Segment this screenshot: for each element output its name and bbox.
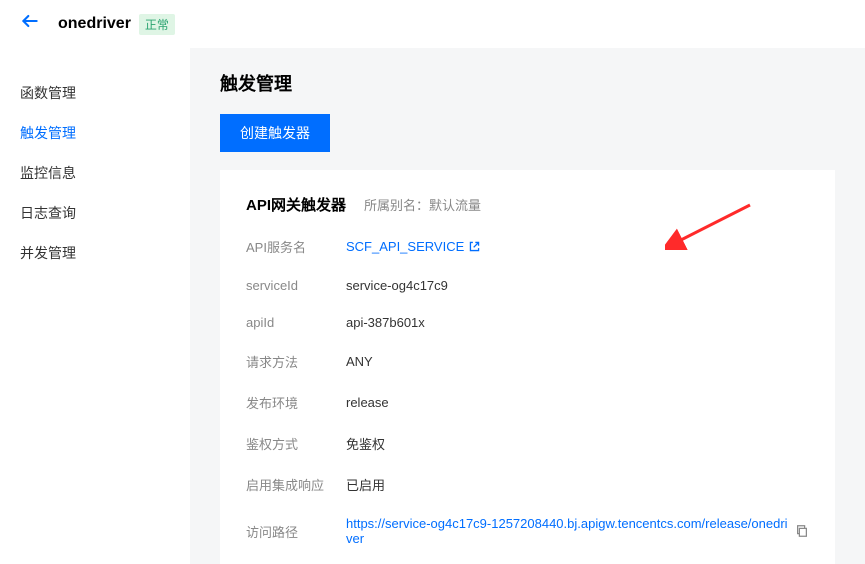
integration-label: 启用集成响应 [246,475,346,494]
sidebar-item-functions[interactable]: 函数管理 [20,73,170,113]
card-title: API网关触发器 [246,194,346,215]
method-label: 请求方法 [246,352,346,371]
external-link-icon [468,240,481,253]
alias-value: 默认流量 [429,198,481,213]
page-header: onedriver 正常 [0,0,865,48]
auth-label: 鉴权方式 [246,434,346,453]
sidebar-item-logs[interactable]: 日志查询 [20,193,170,233]
sidebar-item-monitoring[interactable]: 监控信息 [20,153,170,193]
api-id-label: apiId [246,315,346,330]
copy-icon[interactable] [795,524,809,538]
main-content: 触发管理 创建触发器 API网关触发器 所属别名：默认流量 API服务名 [190,48,865,564]
service-id-label: serviceId [246,278,346,293]
alias-label: 所属别名： [364,198,429,213]
trigger-card: API网关触发器 所属别名：默认流量 API服务名 SCF_API_SERVIC… [220,170,835,564]
api-id-value: api-387b601x [346,315,425,330]
access-path-value: https://service-og4c17c9-1257208440.bj.a… [346,516,789,546]
create-trigger-button[interactable]: 创建触发器 [220,114,330,152]
sidebar: 函数管理 触发管理 监控信息 日志查询 并发管理 [0,48,190,564]
path-label: 访问路径 [246,522,346,541]
service-id-value: service-og4c17c9 [346,278,448,293]
sidebar-item-concurrency[interactable]: 并发管理 [20,233,170,273]
status-badge: 正常 [139,14,175,35]
env-label: 发布环境 [246,393,346,412]
env-value: release [346,395,389,410]
app-title: onedriver [58,15,131,33]
method-value: ANY [346,354,373,369]
api-service-name-label: API服务名 [246,237,346,256]
api-service-name-link[interactable]: SCF_API_SERVICE [346,239,481,254]
access-path-link[interactable]: https://service-og4c17c9-1257208440.bj.a… [346,516,809,546]
page-title: 触发管理 [190,48,865,114]
sidebar-item-triggers[interactable]: 触发管理 [20,113,170,153]
card-subtitle: 所属别名：默认流量 [364,195,481,214]
auth-value: 免鉴权 [346,434,385,453]
api-service-name-value: SCF_API_SERVICE [346,239,464,254]
integration-value: 已启用 [346,475,385,494]
back-arrow-icon[interactable] [20,11,40,37]
